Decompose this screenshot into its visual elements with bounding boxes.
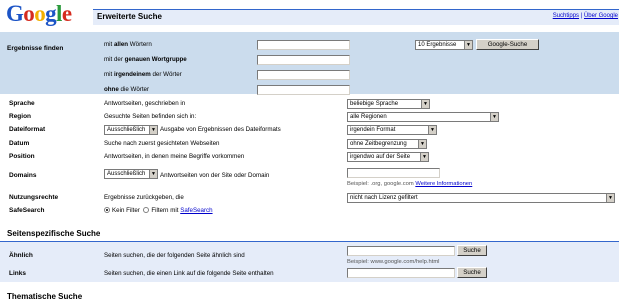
language-desc: Antwortseiten, geschrieben in [104, 100, 186, 107]
chevron-down-icon: ▼ [606, 194, 614, 202]
chevron-down-icon: ▼ [464, 41, 472, 49]
date-value: ohne Zeitbegrenzung [350, 141, 407, 147]
exact-phrase-input[interactable] [257, 55, 350, 65]
region-desc: Gesuchte Seiten befinden sich in: [104, 113, 197, 120]
domains-label: Domains [9, 172, 37, 179]
results-count-select[interactable]: 10 Ergebnisse ▼ [415, 40, 473, 50]
safesearch-off-radio[interactable] [104, 207, 110, 213]
logo-letter: o [23, 1, 35, 26]
chevron-down-icon: ▼ [421, 100, 429, 108]
chevron-down-icon: ▼ [418, 140, 426, 148]
header-bar [93, 9, 619, 25]
header-links: Suchtipps | Über Google [553, 11, 618, 21]
safesearch-label: SafeSearch [9, 207, 45, 214]
domains-mode-value: Ausschließlich [107, 171, 146, 177]
google-logo[interactable]: Google [6, 0, 72, 27]
results-count-value: 10 Ergebnisse [418, 42, 457, 48]
all-words-input[interactable] [257, 40, 350, 50]
date-desc: Suche nach zuerst gesichteten Webseiten [104, 140, 220, 147]
usage-rights-select[interactable]: nicht nach Lizenz gefiltert ▼ [347, 193, 615, 203]
without-words-label: ohne die Wörter [104, 86, 150, 93]
chevron-down-icon: ▼ [149, 170, 157, 178]
any-words-input[interactable] [257, 70, 350, 80]
topical-search-title: Thematische Suche [7, 292, 83, 300]
without-words-input[interactable] [257, 85, 350, 95]
language-select[interactable]: beliebige Sprache ▼ [347, 99, 430, 109]
language-value: beliebige Sprache [350, 101, 399, 107]
safesearch-options: Kein Filter Filtern mit SafeSearch [104, 206, 213, 215]
file-format-select[interactable]: irgendein Format ▼ [347, 125, 437, 135]
page-specific-band [0, 242, 619, 282]
links-input[interactable] [347, 268, 455, 278]
position-label: Position [9, 153, 35, 160]
more-info-link[interactable]: Weitere Informationen [415, 181, 472, 187]
file-format-mode-value: Ausschließlich [107, 127, 146, 133]
similar-search-button[interactable]: Suche [457, 245, 487, 256]
chevron-down-icon: ▼ [428, 126, 436, 134]
safesearch-link[interactable]: SafeSearch [180, 207, 212, 214]
logo-letter: G [6, 1, 24, 26]
similar-desc: Seiten suchen, die der folgenden Seite ä… [104, 252, 245, 259]
language-label: Sprache [9, 100, 35, 107]
find-results-label: Ergebnisse finden [7, 45, 64, 52]
safesearch-on-label: Filtern mit [151, 207, 179, 214]
link-separator: | [580, 13, 583, 19]
file-format-label: Dateiformat [9, 126, 46, 133]
region-label: Region [9, 113, 32, 120]
page-title: Erweiterte Suche [97, 12, 162, 21]
about-google-link[interactable]: Über Google [584, 13, 618, 19]
chevron-down-icon: ▼ [420, 153, 428, 161]
position-value: irgendwo auf der Seite [350, 154, 411, 160]
domains-mode-select[interactable]: Ausschließlich ▼ [104, 169, 158, 179]
safesearch-off-label: Kein Filter [112, 207, 140, 214]
logo-letter: g [45, 1, 57, 26]
position-select[interactable]: irgendwo auf der Seite ▼ [347, 152, 429, 162]
chevron-down-icon: ▼ [490, 113, 498, 121]
domains-hint: Beispiel: .org, google.com Weitere Infor… [347, 181, 473, 187]
logo-letter: o [34, 1, 46, 26]
links-label: Links [9, 270, 26, 277]
links-desc: Seiten suchen, die einen Link auf die fo… [104, 270, 274, 277]
exact-phrase-label: mit der genauen Wortgruppe [104, 56, 187, 63]
date-select[interactable]: ohne Zeitbegrenzung ▼ [347, 139, 427, 149]
help-tips-link[interactable]: Suchtipps [553, 13, 579, 19]
logo-letter: e [61, 1, 72, 26]
safesearch-on-radio[interactable] [143, 207, 150, 213]
usage-rights-desc: Ergebnisse zurückgeben, die [104, 194, 184, 201]
all-words-label: mit allen Wörtern [104, 41, 152, 48]
region-value: alle Regionen [350, 114, 387, 120]
region-select[interactable]: alle Regionen ▼ [347, 112, 499, 122]
links-search-button[interactable]: Suche [457, 267, 487, 278]
any-words-label: mit irgendeinem der Wörter [104, 71, 182, 78]
domains-desc: Antwortseiten von der Site oder Domain [160, 172, 270, 179]
similar-hint: Beispiel: www.google.com/help.html [347, 259, 440, 265]
file-format-value: irgendein Format [350, 127, 396, 133]
date-label: Datum [9, 140, 30, 147]
similar-label: Ähnlich [9, 252, 33, 259]
file-format-mode-select[interactable]: Ausschließlich ▼ [104, 125, 158, 135]
domains-input[interactable] [347, 168, 440, 178]
position-desc: Antwortseiten, in denen meine Begriffe v… [104, 153, 245, 160]
chevron-down-icon: ▼ [149, 126, 157, 134]
usage-rights-value: nicht nach Lizenz gefiltert [350, 195, 418, 201]
similar-input[interactable] [347, 246, 455, 256]
page-specific-title: Seitenspezifische Suche [7, 229, 101, 238]
google-search-button[interactable]: Google-Suche [476, 39, 539, 50]
file-format-desc: Ausgabe von Ergebnissen des Dateiformats [160, 126, 281, 133]
usage-rights-label: Nutzungsrechte [9, 194, 59, 201]
